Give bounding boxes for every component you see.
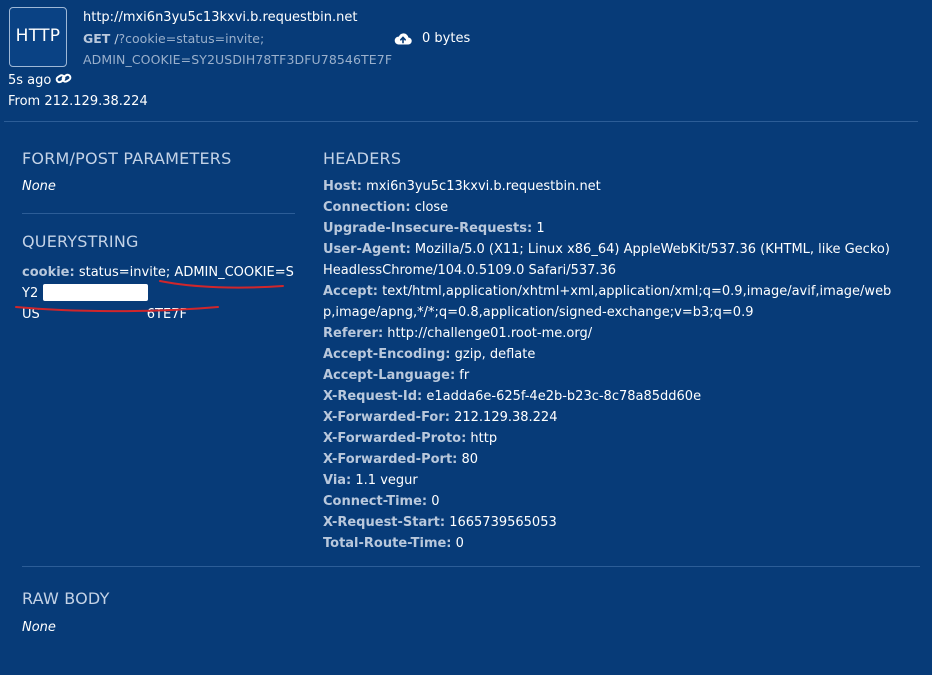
- querystring-value-end: 6TE7F: [146, 307, 187, 322]
- http-badge: HTTP: [9, 7, 67, 67]
- header-row-user-agent: User-Agent: Mozilla/5.0 (X11; Linux x86_…: [323, 242, 890, 278]
- header-row-connection: Connection: close: [323, 200, 449, 215]
- header-row-referer: Referer: http://challenge01.root-me.org/: [323, 326, 593, 341]
- request-url[interactable]: http://mxi6n3yu5c13kxvi.b.requestbin.net: [83, 10, 358, 25]
- headers-list: Host: mxi6n3yu5c13kxvi.b.requestbin.net …: [323, 176, 898, 554]
- form-post-title: FORM/POST PARAMETERS: [22, 149, 232, 168]
- form-post-divider: [22, 213, 295, 214]
- raw-body-value: None: [22, 620, 56, 635]
- request-from: From 212.129.38.224: [8, 94, 148, 109]
- header-row-upgrade-insecure-requests: Upgrade-Insecure-Requests: 1: [323, 221, 545, 236]
- form-post-value: None: [22, 179, 56, 194]
- header-row-via: Via: 1.1 vegur: [323, 473, 418, 488]
- header-row-connect-time: Connect-Time: 0: [323, 494, 440, 509]
- header-row-x-forwarded-port: X-Forwarded-Port: 80: [323, 452, 479, 467]
- header-row-x-forwarded-for: X-Forwarded-For: 212.129.38.224: [323, 410, 558, 425]
- header-divider: [4, 121, 918, 122]
- time-ago-label: 5s ago: [8, 73, 52, 88]
- header-row-accept-encoding: Accept-Encoding: gzip, deflate: [323, 347, 536, 362]
- request-method: GET: [83, 31, 111, 46]
- header-row-accept: Accept: text/html,application/xhtml+xml,…: [323, 284, 892, 320]
- request-line: GET /?cookie=status=invite;: [83, 31, 264, 46]
- link-icon[interactable]: [55, 72, 72, 89]
- request-query-part1: ?cookie=status=invite;: [118, 31, 265, 46]
- cloud-upload-icon: [394, 32, 412, 45]
- querystring-title: QUERYSTRING: [22, 232, 139, 251]
- request-size: 0 bytes: [394, 31, 470, 46]
- header-row-host: Host: mxi6n3yu5c13kxvi.b.requestbin.net: [323, 179, 601, 194]
- header-row-total-route-time: Total-Route-Time: 0: [323, 536, 464, 551]
- size-label: 0 bytes: [422, 31, 471, 46]
- time-ago: 5s ago: [8, 72, 72, 89]
- header-row-x-request-id: X-Request-Id: e1adda6e-625f-4e2b-b23c-8c…: [323, 389, 702, 404]
- redaction-box: [43, 284, 148, 301]
- header-row-x-forwarded-proto: X-Forwarded-Proto: http: [323, 431, 498, 446]
- header-row-accept-language: Accept-Language: fr: [323, 368, 470, 383]
- section-divider: [22, 566, 920, 567]
- raw-body-title: RAW BODY: [22, 589, 110, 608]
- querystring-value-line2: US: [22, 307, 40, 322]
- querystring-key: cookie:: [22, 265, 75, 280]
- request-query-part2: ADMIN_COOKIE=SY2USDIH78TF3DFU78546TE7F: [83, 52, 393, 67]
- headers-title: HEADERS: [323, 149, 402, 168]
- header-row-x-request-start: X-Request-Start: 1665739565053: [323, 515, 557, 530]
